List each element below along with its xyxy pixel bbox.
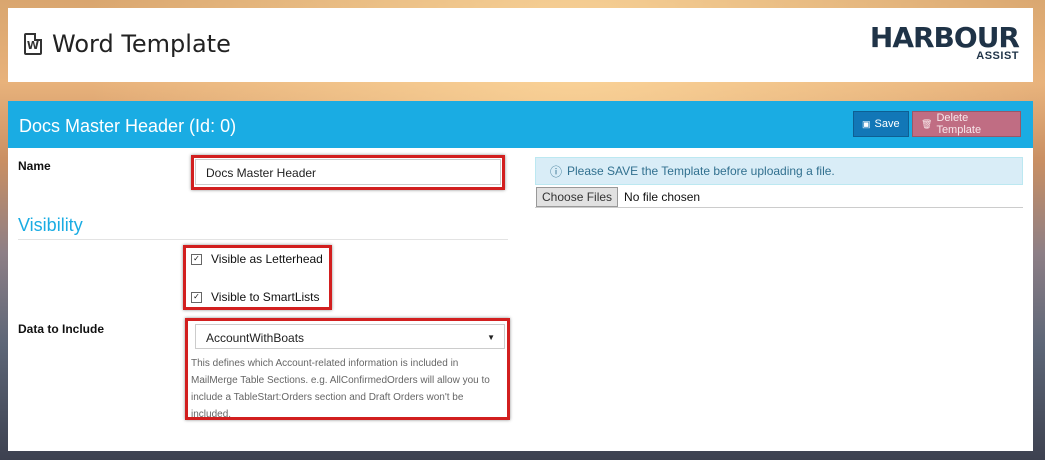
save-icon: ▣ — [862, 118, 871, 129]
logo-main-text: HARBOUR — [869, 21, 1020, 54]
template-panel: Docs Master Header (Id: 0) ▣ Save 🗑 Dele… — [8, 101, 1033, 451]
letterhead-label: Visible as Letterhead — [211, 252, 323, 266]
upload-divider — [535, 207, 1023, 208]
page-title: W Word Template — [24, 30, 231, 58]
page-header: W Word Template HARBOUR ASSIST — [8, 8, 1033, 82]
choose-files-button[interactable]: Choose Files — [536, 187, 619, 207]
delete-label: Delete Template — [936, 112, 982, 136]
dropdown-arrow-icon: ▼ — [487, 333, 495, 342]
letterhead-checkbox[interactable]: ✓ Visible as Letterhead — [191, 252, 323, 266]
data-include-label: Data to Include — [18, 322, 105, 336]
upload-info-text: Please SAVE the Template before uploadin… — [567, 164, 835, 178]
page-title-text: Word Template — [52, 30, 231, 58]
word-document-icon: W — [24, 33, 42, 55]
data-include-help-text: This defines which Account-related infor… — [191, 358, 490, 420]
trash-icon: 🗑 — [921, 118, 933, 129]
file-upload[interactable]: Choose Files No file chosen — [536, 187, 700, 207]
upload-info-message: ⓘ Please SAVE the Template before upload… — [535, 157, 1023, 185]
visibility-heading: Visibility — [18, 215, 83, 235]
save-label: Save — [874, 118, 900, 130]
smartlists-label: Visible to SmartLists — [211, 290, 320, 304]
harbour-assist-logo: HARBOUR ASSIST — [869, 21, 1020, 63]
select-value: AccountWithBoats — [206, 331, 305, 345]
save-button[interactable]: ▣ Save — [853, 111, 909, 137]
delete-template-button[interactable]: 🗑 Delete Template — [912, 111, 1021, 137]
smartlists-checkbox[interactable]: ✓ Visible to SmartLists — [191, 290, 320, 304]
panel-title: Docs Master Header (Id: 0) — [19, 116, 237, 136]
check-icon: ✓ — [191, 291, 202, 303]
name-label: Name — [18, 159, 51, 173]
data-include-select[interactable]: AccountWithBoats ▼ — [195, 324, 505, 349]
check-icon: ✓ — [191, 253, 202, 265]
panel-header: Docs Master Header (Id: 0) ▣ Save 🗑 Dele… — [8, 101, 1033, 148]
info-icon: ⓘ — [550, 164, 563, 179]
file-status: No file chosen — [624, 190, 701, 204]
name-input[interactable]: Docs Master Header — [195, 159, 501, 185]
visibility-divider — [18, 239, 508, 240]
